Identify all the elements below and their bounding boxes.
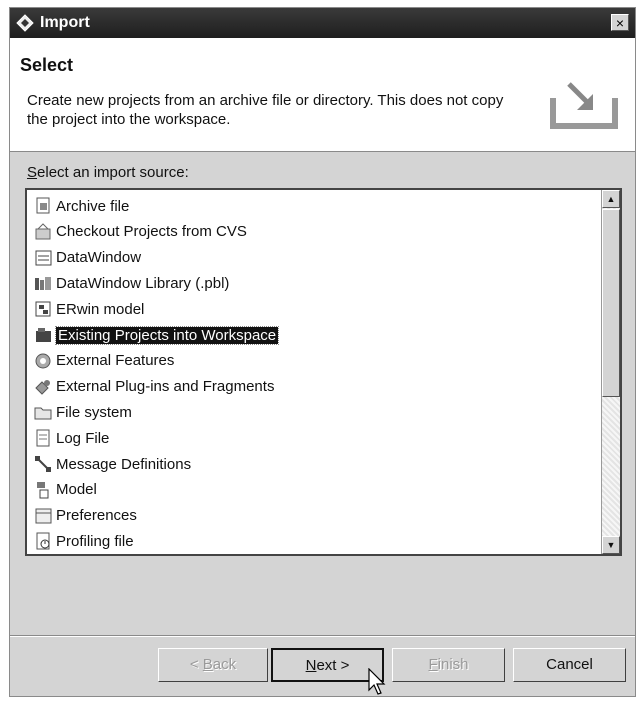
list-item-label: Checkout Projects from CVS bbox=[56, 223, 247, 241]
message-definitions-icon bbox=[35, 456, 51, 472]
page-description: Create new projects from an archive file… bbox=[27, 92, 504, 128]
list-item[interactable]: External Plug-ins and Fragments bbox=[33, 376, 274, 398]
list-item[interactable]: Profiling file bbox=[33, 530, 134, 552]
cancel-button[interactable]: Cancel bbox=[513, 648, 626, 682]
model-icon bbox=[37, 481, 49, 499]
finish-button[interactable]: Finish bbox=[392, 648, 505, 682]
list-item[interactable]: DataWindow bbox=[33, 247, 141, 269]
list-items: Archive file Checkout Projects from CVS Da… bbox=[27, 190, 602, 554]
list-item-label: Preferences bbox=[56, 507, 137, 525]
list-item[interactable]: File system bbox=[33, 401, 132, 423]
list-item[interactable]: DataWindow Library (.pbl) bbox=[33, 272, 229, 294]
import-tray-icon bbox=[550, 82, 618, 129]
list-item-label: ERwin model bbox=[56, 300, 145, 318]
folder-icon bbox=[34, 407, 52, 420]
list-item[interactable]: Archive file bbox=[33, 195, 129, 217]
list-item-label: DataWindow bbox=[56, 249, 142, 267]
back-button[interactable]: < Back bbox=[158, 648, 268, 682]
list-item-label: Existing Projects into Workspace bbox=[54, 325, 280, 345]
vertical-scrollbar[interactable]: ▲ ▼ bbox=[601, 190, 620, 554]
eclipse-diamond-icon bbox=[16, 14, 34, 32]
list-item-label: Log File bbox=[56, 429, 110, 447]
list-item[interactable]: Checkout Projects from CVS bbox=[33, 221, 247, 243]
close-button[interactable]: × bbox=[611, 14, 629, 31]
log-file-icon bbox=[36, 429, 50, 447]
plugins-icon bbox=[35, 379, 50, 395]
library-icon bbox=[35, 277, 51, 291]
list-item-label: Model bbox=[56, 481, 97, 499]
list-item[interactable]: Preferences bbox=[33, 505, 137, 527]
scroll-down-button[interactable]: ▼ bbox=[602, 536, 620, 554]
button-bar-separator bbox=[10, 635, 635, 637]
list-item-label: DataWindow Library (.pbl) bbox=[56, 274, 230, 292]
features-icon bbox=[35, 353, 51, 369]
wizard-header: Select Create new projects from an archi… bbox=[10, 38, 635, 152]
scroll-up-button[interactable]: ▲ bbox=[602, 190, 620, 208]
page-title: Select bbox=[20, 55, 74, 75]
title-bar: Import × bbox=[10, 8, 635, 38]
list-item[interactable]: Model bbox=[33, 479, 97, 501]
list-item[interactable]: Message Definitions bbox=[33, 453, 191, 475]
list-item-label: Profiling file bbox=[56, 532, 134, 550]
cvs-icon bbox=[35, 223, 51, 240]
import-source-label: Select an import source: bbox=[27, 164, 189, 181]
list-item-label: External Plug-ins and Fragments bbox=[56, 378, 275, 396]
list-item-label: External Features bbox=[56, 352, 175, 370]
list-item-label: Message Definitions bbox=[56, 455, 192, 473]
profiling-file-icon bbox=[36, 532, 50, 550]
list-item[interactable]: ERwin model bbox=[33, 298, 144, 320]
scroll-thumb[interactable] bbox=[602, 209, 620, 397]
window-title: Import bbox=[40, 14, 90, 31]
list-item[interactable]: Existing Projects into Workspace bbox=[33, 324, 280, 346]
erwin-icon bbox=[35, 301, 51, 317]
list-item[interactable]: Log File bbox=[33, 427, 109, 449]
project-icon bbox=[36, 328, 51, 342]
import-dialog: Import × Select Create new projects from… bbox=[9, 7, 636, 697]
mouse-pointer-icon bbox=[368, 668, 386, 695]
preferences-icon bbox=[35, 508, 52, 524]
list-item-label: Archive file bbox=[56, 197, 130, 215]
list-item[interactable]: External Features bbox=[33, 350, 174, 372]
archive-file-icon bbox=[36, 197, 50, 214]
list-item-label: File system bbox=[56, 403, 132, 421]
import-source-list[interactable]: Archive file Checkout Projects from CVS Da… bbox=[25, 188, 622, 556]
datawindow-icon bbox=[35, 250, 52, 266]
